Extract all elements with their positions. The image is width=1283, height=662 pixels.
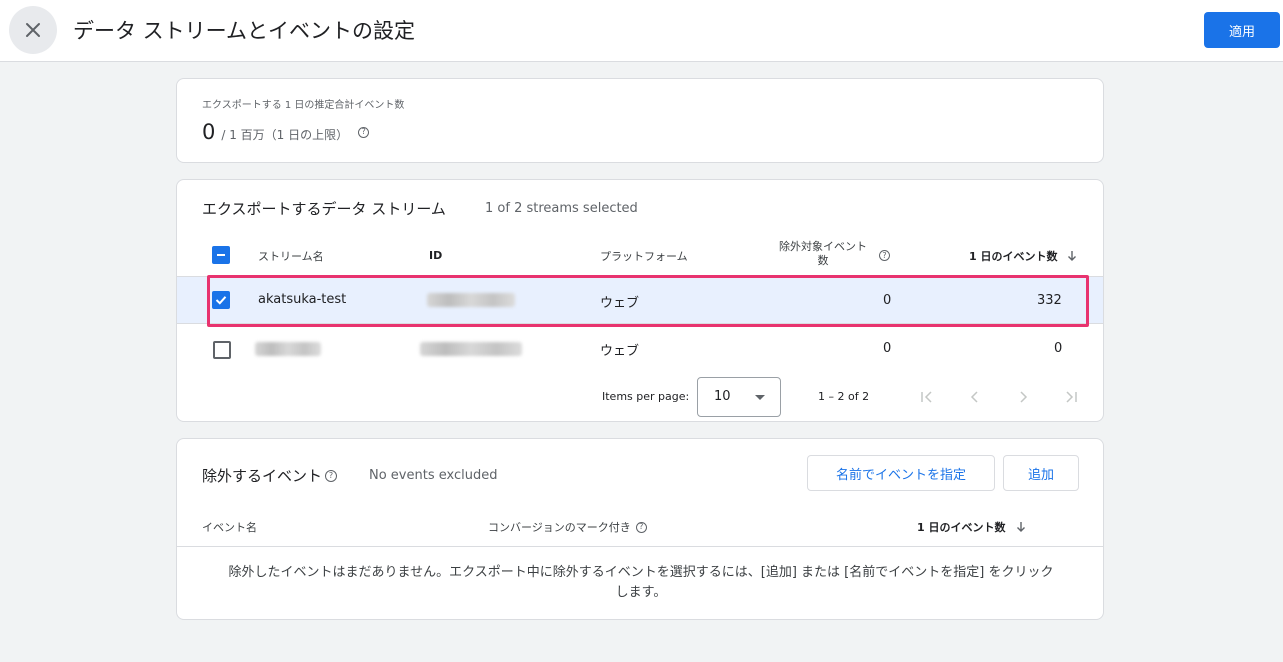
row-checkbox-checked[interactable] xyxy=(212,291,230,309)
column-header-stream-name: ストリーム名 xyxy=(258,250,324,263)
excluded-count-cell: 0 xyxy=(883,293,892,308)
estimated-events-card: エクスポートする 1 日の推定合計イベント数 0 / 1 百万（1 日の上限） … xyxy=(176,78,1104,163)
empty-state-message: 除外したイベントはまだありません。エクスポート中に除外するイベントを選択するには… xyxy=(193,563,1089,603)
select-all-checkbox[interactable] xyxy=(212,246,230,264)
estimated-events-value: 0 xyxy=(202,120,216,144)
excluded-events-status: No events excluded xyxy=(369,468,498,483)
last-page-icon[interactable] xyxy=(1064,391,1078,403)
arrow-down-icon[interactable] xyxy=(1016,521,1026,533)
column-header-excluded-line1: 除外対象イベント xyxy=(779,240,867,253)
excluded-events-card: 除外するイベント ? No events excluded 名前でイベントを指定… xyxy=(176,438,1104,620)
specify-event-by-name-button[interactable]: 名前でイベントを指定 xyxy=(807,455,995,491)
redacted-stream-id xyxy=(420,342,522,356)
next-page-icon[interactable] xyxy=(1018,391,1028,403)
column-header-excluded-events: 除外対象イベント 数 xyxy=(775,240,871,268)
close-button[interactable] xyxy=(9,6,57,54)
estimated-events-label: エクスポートする 1 日の推定合計イベント数 xyxy=(202,100,405,111)
excluded-events-help-icon[interactable]: ? xyxy=(879,250,890,261)
column-header-event-name: イベント名 xyxy=(202,521,257,534)
empty-state-line1: 除外したイベントはまだありません。エクスポート中に除外するイベントを選択するには… xyxy=(228,565,1054,580)
streams-selection-status: 1 of 2 streams selected xyxy=(485,201,638,216)
estimated-events-value-row: 0 / 1 百万（1 日の上限） ? xyxy=(202,120,370,144)
column-header-platform: プラットフォーム xyxy=(600,250,688,263)
help-icon[interactable]: ? xyxy=(358,126,370,138)
daily-events-cell: 332 xyxy=(1037,293,1062,308)
excluded-events-title-row: 除外するイベント ? xyxy=(202,465,338,486)
items-per-page-label: Items per page: xyxy=(602,390,690,403)
divider xyxy=(177,546,1103,547)
column-header-excluded-line2: 数 xyxy=(817,254,829,267)
items-per-page-select[interactable]: 10 xyxy=(697,377,781,417)
pagination-range: 1 – 2 of 2 xyxy=(818,390,870,403)
checkbox-checked-icon xyxy=(215,296,227,305)
row-checkbox-unchecked[interactable] xyxy=(213,341,231,359)
arrow-down-icon[interactable] xyxy=(1067,250,1077,262)
close-icon xyxy=(26,23,40,37)
prev-page-icon[interactable] xyxy=(970,391,980,403)
redacted-stream-id xyxy=(427,293,515,307)
column-header-id: ID xyxy=(429,249,443,262)
daily-limit-text: / 1 百万（1 日の上限） xyxy=(221,128,349,142)
column-header-daily-events[interactable]: 1 日のイベント数 xyxy=(917,519,1005,535)
help-icon[interactable]: ? xyxy=(635,521,647,533)
empty-state-line2: します。 xyxy=(615,585,667,600)
items-per-page-value: 10 xyxy=(714,389,731,404)
apply-button[interactable]: 適用 xyxy=(1204,12,1280,48)
platform-cell: ウェブ xyxy=(600,296,640,311)
top-bar: データ ストリームとイベントの設定 適用 xyxy=(0,0,1283,62)
export-streams-card: エクスポートするデータ ストリーム 1 of 2 streams selecte… xyxy=(176,179,1104,422)
platform-cell: ウェブ xyxy=(600,344,640,359)
add-event-button[interactable]: 追加 xyxy=(1003,455,1079,491)
help-icon[interactable]: ? xyxy=(325,469,338,482)
redacted-stream-name xyxy=(255,342,321,356)
page-title: データ ストリームとイベントの設定 xyxy=(73,19,416,43)
stream-name-cell: akatsuka-test xyxy=(258,292,347,307)
daily-events-cell: 0 xyxy=(1054,341,1063,356)
excluded-events-title: 除外するイベント xyxy=(202,467,323,485)
column-header-daily-events[interactable]: 1 日のイベント数 xyxy=(969,248,1057,264)
dropdown-arrow-icon xyxy=(755,395,765,400)
column-header-conversion: コンバージョンのマーク付き xyxy=(488,521,631,534)
streams-title: エクスポートするデータ ストリーム xyxy=(202,200,446,218)
checkbox-indeterminate-icon xyxy=(217,254,225,256)
excluded-count-cell: 0 xyxy=(883,341,892,356)
column-header-conversion-row: コンバージョンのマーク付き ? xyxy=(488,519,647,535)
first-page-icon[interactable] xyxy=(920,391,934,403)
